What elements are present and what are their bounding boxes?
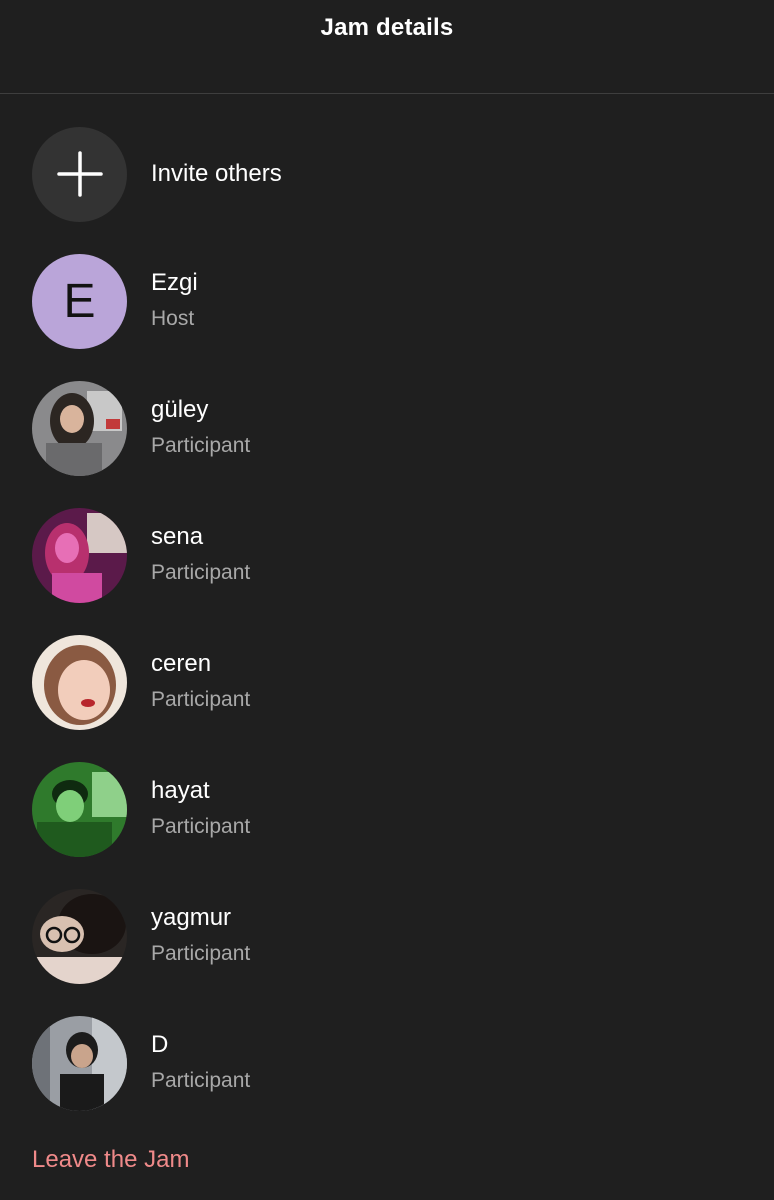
participant-name: Ezgi — [151, 269, 198, 296]
avatar-photo — [32, 380, 127, 476]
participant-row[interactable]: sena Participant — [0, 500, 774, 610]
participant-role: Host — [151, 307, 195, 330]
participant-name: ceren — [151, 650, 212, 677]
participant-text: hayat Participant — [151, 776, 250, 842]
invite-label: Invite others — [151, 160, 282, 187]
avatar — [32, 888, 127, 984]
avatar-photo — [32, 1015, 127, 1111]
avatar — [32, 380, 127, 476]
participant-role: Participant — [151, 688, 251, 711]
leave-jam-button[interactable]: Leave the Jam — [32, 1146, 189, 1174]
participant-text: yagmur Participant — [151, 903, 250, 969]
invite-text: Invite others — [151, 160, 282, 188]
participant-row[interactable]: D Participant — [0, 1008, 774, 1118]
header: Jam details — [0, 0, 774, 94]
participant-row[interactable]: ceren Participant — [0, 627, 774, 737]
page-title: Jam details — [320, 14, 454, 41]
participant-text: güley Participant — [151, 395, 250, 461]
participant-text: sena Participant — [151, 522, 250, 588]
avatar — [32, 761, 127, 857]
participant-role: Participant — [151, 815, 251, 838]
avatar — [32, 507, 127, 603]
avatar — [32, 634, 127, 730]
participant-row[interactable]: E Ezgi Host — [0, 246, 774, 356]
participant-row[interactable]: yagmur Participant — [0, 881, 774, 991]
participant-name: sena — [151, 523, 204, 550]
participant-role: Participant — [151, 434, 251, 457]
participant-role: Participant — [151, 942, 251, 965]
participant-name: yagmur — [151, 904, 232, 931]
avatar — [32, 1015, 127, 1111]
avatar-photo — [32, 507, 127, 603]
participant-name: güley — [151, 396, 209, 423]
participant-role: Participant — [151, 561, 251, 584]
avatar: E — [32, 253, 127, 349]
participant-text: ceren Participant — [151, 649, 250, 715]
avatar-photo — [32, 761, 127, 857]
participant-role: Participant — [151, 1069, 251, 1092]
avatar-photo — [32, 888, 127, 984]
participant-name: D — [151, 1031, 169, 1058]
participant-name: hayat — [151, 777, 210, 804]
avatar-letter: E — [63, 274, 96, 328]
avatar-photo — [32, 634, 127, 730]
participant-text: Ezgi Host — [151, 268, 198, 334]
invite-button[interactable] — [32, 126, 127, 222]
invite-others-row[interactable]: Invite others — [0, 119, 774, 229]
participant-row[interactable]: güley Participant — [0, 373, 774, 483]
participant-text: D Participant — [151, 1030, 250, 1096]
plus-icon — [56, 151, 103, 197]
participant-row[interactable]: hayat Participant — [0, 754, 774, 864]
